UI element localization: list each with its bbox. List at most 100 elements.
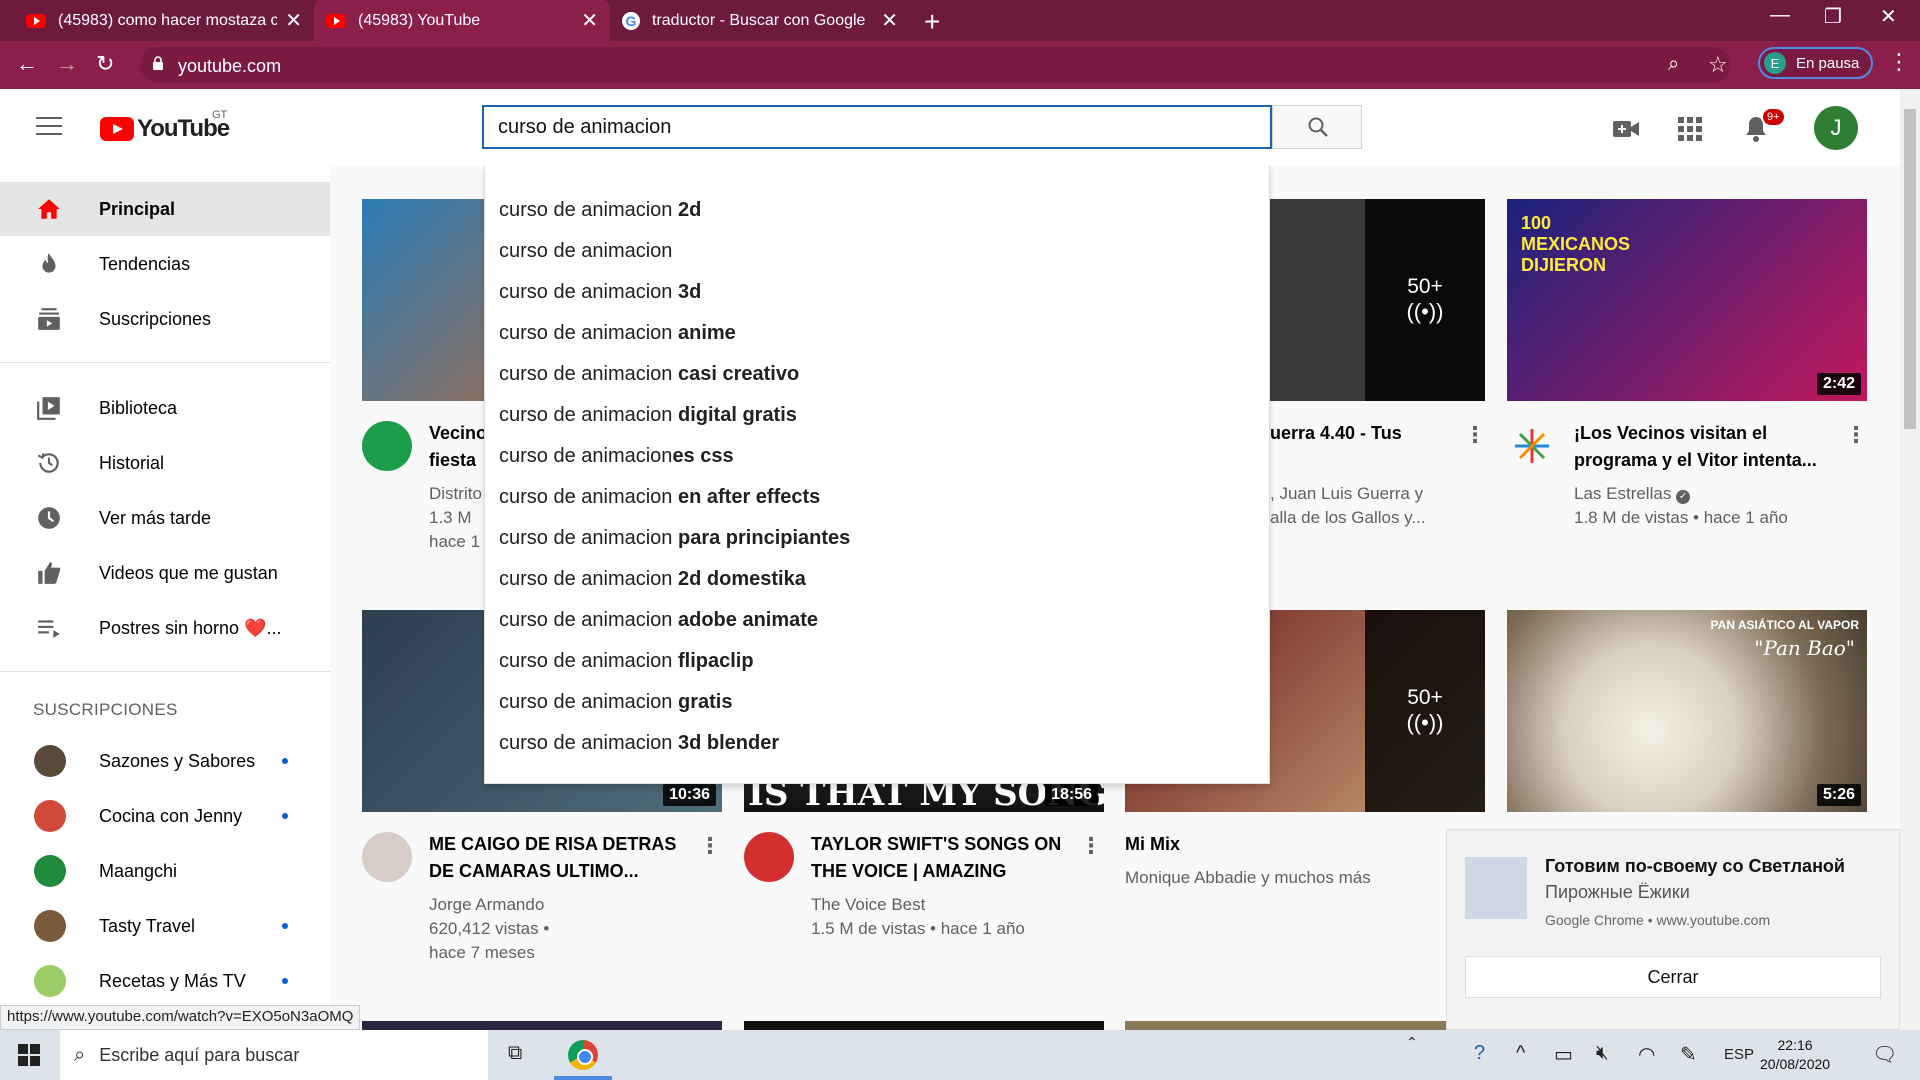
sidebar-item-subscription[interactable]: Cocina con Jenny xyxy=(0,789,330,843)
close-tab-icon[interactable]: ✕ xyxy=(881,8,898,33)
search-suggestion[interactable]: curso de animacion xyxy=(485,231,1269,272)
sidebar-item-tendencias[interactable]: Tendencias xyxy=(0,237,330,291)
omnibox[interactable]: youtube.com ⌕ ☆ xyxy=(140,47,1730,83)
channel-avatar xyxy=(34,745,66,777)
task-view-icon[interactable]: ⧉ xyxy=(508,1042,522,1065)
close-window-icon[interactable]: ✕ xyxy=(1880,4,1897,29)
search-suggestion[interactable]: curso de animacion es css xyxy=(485,436,1269,477)
hamburger-menu-icon[interactable] xyxy=(36,117,62,141)
channel-avatar[interactable] xyxy=(362,832,412,882)
video-thumbnail[interactable]: PAN ASIÁTICO AL VAPOR "Pan Bao" 5:26 xyxy=(1507,610,1867,812)
video-title[interactable]: ¡Los Vecinos visitan el programa y el Vit… xyxy=(1574,420,1817,474)
video-menu-icon[interactable]: ⋮ xyxy=(1080,833,1102,859)
google-favicon-icon: G xyxy=(622,11,640,30)
video-title[interactable]: Mi Mix xyxy=(1125,831,1180,858)
browser-tab-active[interactable]: (45983) YouTube ✕ xyxy=(314,0,610,41)
search-suggestions-dropdown: curso de animacion 2d curso de animacion… xyxy=(484,166,1270,784)
restore-icon[interactable]: ❐ xyxy=(1824,4,1842,29)
show-hidden-icons-icon[interactable]: ^ xyxy=(1516,1042,1525,1065)
channel-avatar[interactable] xyxy=(362,421,412,471)
volume-muted-icon[interactable]: 🔇︎ xyxy=(1596,1042,1609,1065)
sidebar-item-playlist[interactable]: Postres sin horno ❤️... xyxy=(0,601,330,655)
search-suggestion[interactable]: curso de animacion 2d xyxy=(485,190,1269,231)
search-suggestion[interactable]: curso de animacion 2d domestika xyxy=(485,559,1269,600)
thumbnail-text: "Pan Bao" xyxy=(1754,636,1855,660)
video-title[interactable]: TAYLOR SWIFT'S SONGS ON THE VOICE | AMAZI… xyxy=(811,831,1061,885)
the-voice-logo-icon[interactable] xyxy=(744,832,794,882)
thumbnail-text: 100 MEXICANOS DIJIERON xyxy=(1521,213,1631,275)
search-button[interactable] xyxy=(1272,105,1362,149)
sidebar-item-biblioteca[interactable]: Biblioteca xyxy=(0,381,330,435)
search-suggestion[interactable]: curso de animacion flipaclip xyxy=(485,641,1269,682)
search-suggestion[interactable]: curso de animacion 3d xyxy=(485,272,1269,313)
bookmark-star-icon[interactable]: ☆ xyxy=(1708,52,1728,78)
profile-button[interactable]: E En pausa xyxy=(1758,47,1874,79)
youtube-logo[interactable]: YouTube GT xyxy=(100,109,230,143)
search-suggestion[interactable]: curso de animacion en after effects xyxy=(485,477,1269,518)
video-title[interactable]: uerra 4.40 - Tus xyxy=(1270,420,1402,447)
video-thumbnail[interactable]: 100 MEXICANOS DIJIERON 2:42 xyxy=(1507,199,1867,401)
scrollbar-thumb[interactable] xyxy=(1904,109,1916,429)
language-indicator[interactable]: ESP xyxy=(1724,1046,1754,1063)
search-input[interactable] xyxy=(484,107,1270,147)
wifi-icon[interactable]: ◠ xyxy=(1638,1042,1655,1067)
chrome-menu-icon[interactable]: ⋮ xyxy=(1888,49,1910,75)
video-thumbnail[interactable] xyxy=(362,1021,722,1030)
apps-grid-icon[interactable] xyxy=(1678,117,1702,141)
minimize-icon[interactable]: — xyxy=(1770,4,1790,27)
search-suggestion[interactable]: curso de animacion gratis xyxy=(485,682,1269,723)
search-suggestion[interactable]: curso de animacion anime xyxy=(485,313,1269,354)
pen-icon[interactable]: ✎ xyxy=(1680,1042,1697,1067)
sidebar-item-historial[interactable]: Historial xyxy=(0,436,330,490)
video-thumbnail[interactable] xyxy=(1125,1021,1485,1030)
sidebar-divider xyxy=(0,671,330,672)
taskbar-clock[interactable]: 22:16 20/08/2020 xyxy=(1760,1036,1830,1074)
sidebar-item-principal[interactable]: Principal xyxy=(0,182,330,236)
chrome-taskbar-icon[interactable] xyxy=(568,1040,598,1070)
create-video-icon[interactable] xyxy=(1612,119,1640,139)
video-title[interactable]: Vecino fiesta xyxy=(429,420,487,474)
search-suggestion[interactable]: curso de animacion casi creativo xyxy=(485,354,1269,395)
chrome-notification[interactable]: Готовим по-своему со Светланой Пирожные … xyxy=(1446,829,1900,1030)
reload-icon[interactable]: ↻ xyxy=(96,51,114,77)
video-menu-icon[interactable]: ⋮ xyxy=(1464,422,1486,448)
new-tab-icon[interactable]: + xyxy=(924,6,940,38)
tray-scroll-icon[interactable]: ⌃ xyxy=(1406,1034,1418,1051)
zoom-icon[interactable]: ⌕ xyxy=(1668,53,1679,76)
playlist-icon xyxy=(38,620,60,638)
forward-arrow-icon[interactable]: → xyxy=(56,51,78,77)
las-estrellas-logo-icon[interactable] xyxy=(1507,421,1557,471)
close-tab-icon[interactable]: ✕ xyxy=(581,8,598,33)
video-menu-icon[interactable]: ⋮ xyxy=(699,833,721,859)
youtube-favicon-icon xyxy=(326,13,346,28)
sidebar-item-label: Biblioteca xyxy=(99,397,178,418)
video-menu-icon[interactable]: ⋮ xyxy=(1845,422,1867,448)
search-suggestion[interactable]: curso de animacion para principiantes xyxy=(485,518,1269,559)
close-notification-button[interactable]: Cerrar xyxy=(1465,956,1881,998)
video-title[interactable]: ME CAIGO DE RISA DETRAS DE CAMARAS ULTIMO… xyxy=(429,831,676,885)
browser-tab[interactable]: G traductor - Buscar con Google ✕ xyxy=(610,0,910,41)
close-tab-icon[interactable]: ✕ xyxy=(285,8,302,33)
account-avatar[interactable]: J xyxy=(1814,106,1858,150)
search-suggestion[interactable]: curso de animacion adobe animate xyxy=(485,600,1269,641)
page-scrollbar[interactable] xyxy=(1900,89,1920,1030)
search-suggestion[interactable]: curso de animacion 3d blender xyxy=(485,723,1269,764)
browser-tab[interactable]: (45983) como hacer mostaza casera ✕ xyxy=(14,0,314,41)
sidebar-item-suscripciones[interactable]: Suscripciones xyxy=(0,292,330,346)
sidebar-item-subscription[interactable]: Maangchi xyxy=(0,844,330,898)
help-icon[interactable]: ? xyxy=(1474,1042,1485,1065)
windows-start-icon[interactable] xyxy=(18,1044,40,1066)
battery-icon[interactable]: ▭ xyxy=(1554,1042,1573,1067)
taskbar-search[interactable]: ⌕ Escribe aquí para buscar xyxy=(60,1030,488,1080)
sidebar-item-liked-videos[interactable]: Videos que me gustan xyxy=(0,546,330,600)
back-arrow-icon[interactable]: ← xyxy=(16,51,38,77)
action-center-icon[interactable]: 🗨︎ xyxy=(1872,1042,1897,1067)
sidebar-item-subscription[interactable]: Recetas y Más TV xyxy=(0,954,330,1008)
search-suggestion[interactable]: curso de animacion digital gratis xyxy=(485,395,1269,436)
sidebar-item-subscription[interactable]: Tasty Travel xyxy=(0,899,330,953)
sidebar-item-subscription[interactable]: Sazones y Sabores xyxy=(0,734,330,788)
sidebar-item-ver-mas-tarde[interactable]: Ver más tarde xyxy=(0,491,330,545)
country-code: GT xyxy=(212,109,228,121)
notification-badge: 9+ xyxy=(1761,107,1786,127)
video-thumbnail[interactable] xyxy=(744,1021,1104,1030)
